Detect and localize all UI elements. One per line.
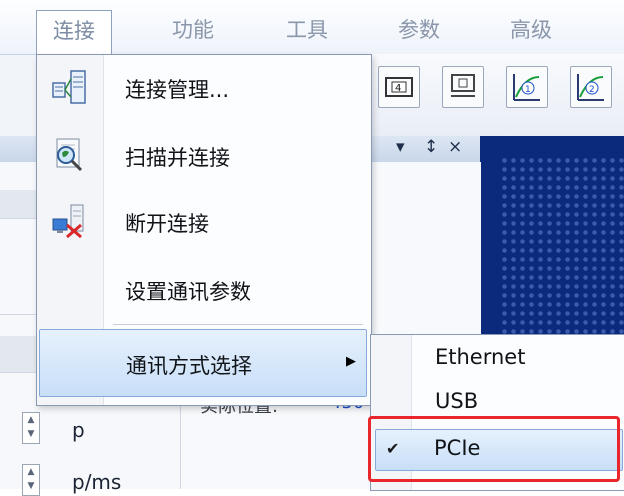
menu-separator <box>113 324 363 325</box>
panel-dropdown-icon[interactable]: ▾ <box>396 137 405 157</box>
menu-item-disconnect[interactable]: 断开连接 <box>37 191 371 251</box>
panel-pin-icon[interactable]: ↕ <box>424 137 438 157</box>
svg-text:2: 2 <box>589 85 595 95</box>
menu-item-label: 连接管理... <box>125 78 230 102</box>
submenu-item-label: USB <box>435 389 479 413</box>
connection-manager-icon <box>52 70 86 104</box>
annotation-highlight-box <box>368 416 620 482</box>
submenu-item-ethernet[interactable]: Ethernet <box>371 337 624 381</box>
menu-item-comm-mode-select[interactable]: 通讯方式选择 ▶ <box>39 329 367 397</box>
menu-item-label: 设置通讯参数 <box>125 280 251 304</box>
motor-icon <box>451 74 475 97</box>
scan-connect-icon <box>56 138 83 172</box>
menu-item-scan-connect[interactable]: 扫描并连接 <box>37 125 371 185</box>
menu-item-connection-manager[interactable]: 连接管理... <box>37 57 371 117</box>
toolbar-axis4-button[interactable]: 4 <box>378 66 420 108</box>
unit-p-spinner[interactable]: ▲ ▼ <box>22 412 40 444</box>
connect-dropdown-menu: 连接管理... 扫描并连接 断开连接 设置通讯参数 通讯方式选择 ▶ <box>36 54 372 406</box>
unit-p-label: p <box>72 418 85 442</box>
menu-tools[interactable]: 工具 <box>286 14 328 44</box>
toolbar-curve2-button[interactable]: 2 <box>570 66 612 108</box>
unit-pms-spinner[interactable]: ▲ ▼ <box>22 464 40 496</box>
menu-item-label: 扫描并连接 <box>125 146 230 170</box>
motor-4-icon: 4 <box>385 77 413 97</box>
panel-close-icon[interactable]: × <box>448 137 462 157</box>
menu-bar: 连接 功能 工具 参数 高级 <box>0 0 624 63</box>
unit-pms-label: p/ms <box>72 470 122 494</box>
menu-item-label: 断开连接 <box>125 212 209 236</box>
svg-text:1: 1 <box>525 85 531 95</box>
menu-advanced[interactable]: 高级 <box>510 14 552 44</box>
svg-text:4: 4 <box>395 83 401 94</box>
curve-1-icon: 1 <box>513 74 540 101</box>
toolbar-curve1-button[interactable]: 1 <box>506 66 548 108</box>
submenu-item-label: Ethernet <box>435 345 526 369</box>
menu-parameters[interactable]: 参数 <box>398 14 440 44</box>
menu-functions[interactable]: 功能 <box>172 14 214 44</box>
disconnect-icon <box>52 204 84 239</box>
menu-item-label: 通讯方式选择 <box>126 354 252 378</box>
toolbar-motor-button[interactable] <box>442 66 484 108</box>
curve-2-icon: 2 <box>577 74 604 101</box>
menu-item-comm-settings[interactable]: 设置通讯参数 <box>37 259 371 319</box>
submenu-arrow-icon: ▶ <box>346 354 356 369</box>
